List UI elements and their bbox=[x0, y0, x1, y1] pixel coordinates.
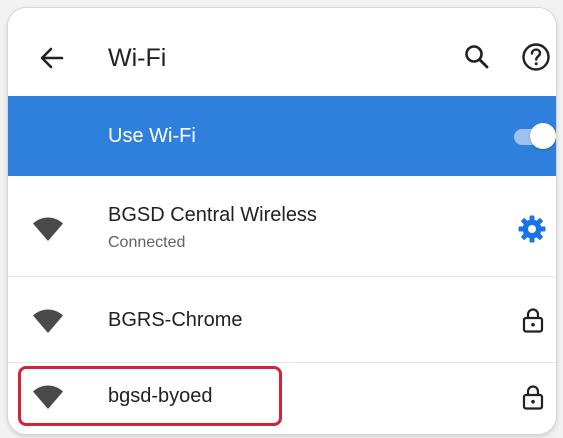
wifi-settings-card: Wi-Fi Use Wi-Fi BGSD Central Wireless Co… bbox=[8, 8, 556, 434]
network-name: bgsd-byoed bbox=[108, 385, 213, 407]
use-wifi-row[interactable]: Use Wi-Fi bbox=[8, 96, 556, 176]
gear-icon[interactable] bbox=[517, 214, 547, 244]
divider bbox=[8, 362, 556, 363]
page-title: Wi-Fi bbox=[108, 44, 167, 72]
wifi-signal-icon bbox=[32, 216, 64, 242]
network-name: BGSD Central Wireless bbox=[108, 204, 317, 226]
help-icon[interactable] bbox=[520, 41, 552, 73]
divider bbox=[8, 276, 556, 277]
wifi-signal-icon bbox=[32, 384, 64, 410]
network-item-bgrs-chrome[interactable]: BGRS-Chrome bbox=[8, 278, 556, 362]
back-arrow-icon[interactable] bbox=[34, 40, 70, 76]
network-item-bgsd-central-wireless[interactable]: BGSD Central Wireless Connected bbox=[8, 176, 556, 276]
lock-icon bbox=[522, 384, 544, 410]
toggle-thumb bbox=[530, 123, 556, 149]
app-bar: Wi-Fi bbox=[8, 8, 556, 96]
lock-icon bbox=[522, 307, 544, 333]
use-wifi-label: Use Wi-Fi bbox=[108, 125, 196, 147]
search-icon[interactable] bbox=[462, 42, 492, 72]
wifi-signal-icon bbox=[32, 308, 64, 334]
network-item-bgsd-byoed[interactable]: bgsd-byoed bbox=[8, 364, 556, 434]
wifi-toggle-switch[interactable] bbox=[510, 123, 556, 149]
network-name: BGRS-Chrome bbox=[108, 309, 243, 331]
network-status: Connected bbox=[108, 234, 186, 251]
